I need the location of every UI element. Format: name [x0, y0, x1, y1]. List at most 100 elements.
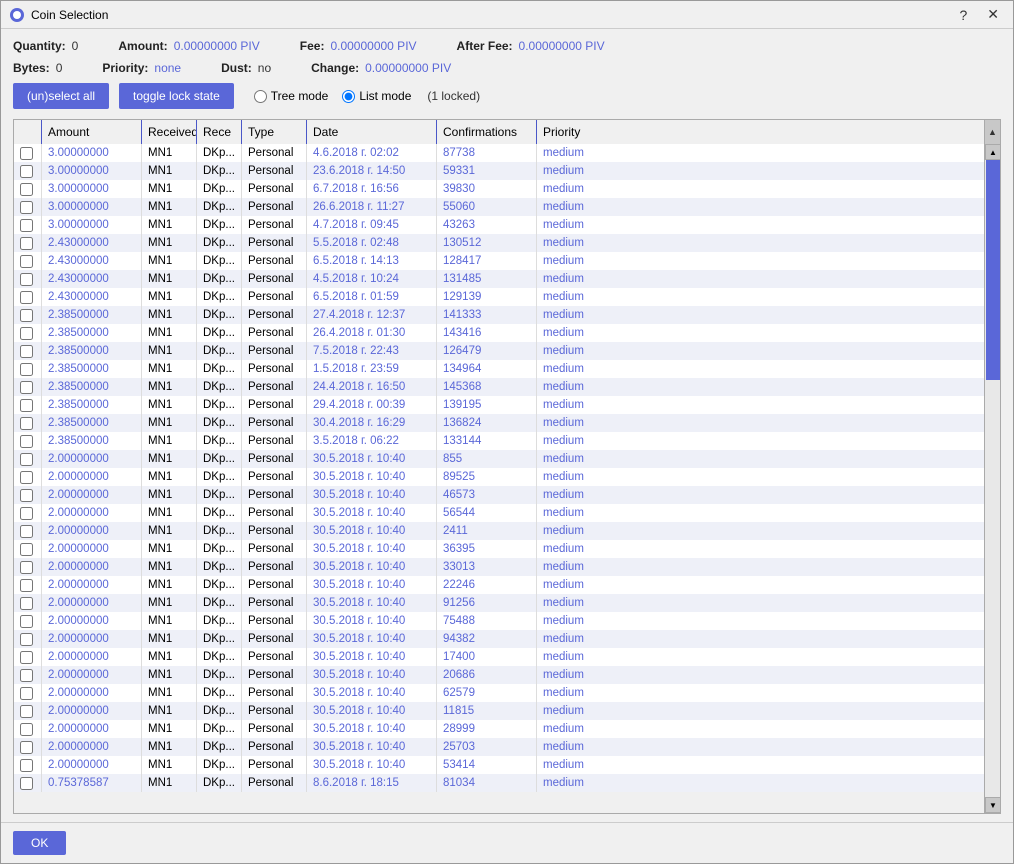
row-checkbox-cell[interactable]: [14, 432, 42, 450]
row-checkbox[interactable]: [20, 147, 33, 160]
row-checkbox[interactable]: [20, 615, 33, 628]
row-checkbox-cell[interactable]: [14, 144, 42, 162]
row-checkbox[interactable]: [20, 165, 33, 178]
th-rece[interactable]: Rece: [197, 120, 242, 144]
row-checkbox[interactable]: [20, 543, 33, 556]
row-checkbox[interactable]: [20, 651, 33, 664]
row-checkbox[interactable]: [20, 705, 33, 718]
th-received[interactable]: Received wi: [142, 120, 197, 144]
row-checkbox[interactable]: [20, 273, 33, 286]
row-checkbox[interactable]: [20, 759, 33, 772]
row-checkbox[interactable]: [20, 291, 33, 304]
row-checkbox[interactable]: [20, 219, 33, 232]
row-checkbox-cell[interactable]: [14, 198, 42, 216]
th-type[interactable]: Type: [242, 120, 307, 144]
row-checkbox[interactable]: [20, 525, 33, 538]
row-received: MN1: [142, 504, 197, 522]
scrollbar[interactable]: ▲ ▼: [984, 144, 1000, 813]
row-checkbox[interactable]: [20, 201, 33, 214]
row-checkbox[interactable]: [20, 453, 33, 466]
row-checkbox-cell[interactable]: [14, 540, 42, 558]
row-checkbox-cell[interactable]: [14, 360, 42, 378]
scroll-down-button[interactable]: ▼: [985, 797, 1000, 813]
row-checkbox[interactable]: [20, 741, 33, 754]
row-checkbox-cell[interactable]: [14, 702, 42, 720]
row-checkbox-cell[interactable]: [14, 738, 42, 756]
row-checkbox-cell[interactable]: [14, 414, 42, 432]
row-checkbox-cell[interactable]: [14, 576, 42, 594]
th-confirmations[interactable]: Confirmations: [437, 120, 537, 144]
help-button[interactable]: ?: [953, 5, 973, 25]
tree-mode-option[interactable]: Tree mode: [254, 89, 329, 103]
row-checkbox[interactable]: [20, 309, 33, 322]
quantity-value: 0: [72, 39, 79, 53]
row-checkbox-cell[interactable]: [14, 162, 42, 180]
row-checkbox-cell[interactable]: [14, 270, 42, 288]
row-checkbox[interactable]: [20, 417, 33, 430]
row-checkbox-cell[interactable]: [14, 252, 42, 270]
row-checkbox-cell[interactable]: [14, 342, 42, 360]
row-checkbox-cell[interactable]: [14, 648, 42, 666]
th-amount[interactable]: Amount: [42, 120, 142, 144]
row-checkbox[interactable]: [20, 669, 33, 682]
row-checkbox[interactable]: [20, 633, 33, 646]
row-checkbox-cell[interactable]: [14, 504, 42, 522]
row-priority: medium: [537, 180, 984, 198]
th-date[interactable]: Date: [307, 120, 437, 144]
row-checkbox-cell[interactable]: [14, 558, 42, 576]
ok-button[interactable]: OK: [13, 831, 66, 855]
close-button[interactable]: ✕: [981, 4, 1005, 25]
toggle-lock-button[interactable]: toggle lock state: [119, 83, 234, 109]
row-checkbox-cell[interactable]: [14, 630, 42, 648]
row-checkbox-cell[interactable]: [14, 234, 42, 252]
rows-area: 3.00000000MN1DKp...Personal4.6.2018 г. 0…: [14, 144, 984, 813]
row-checkbox[interactable]: [20, 237, 33, 250]
row-checkbox-cell[interactable]: [14, 396, 42, 414]
row-checkbox[interactable]: [20, 579, 33, 592]
row-checkbox-cell[interactable]: [14, 180, 42, 198]
row-checkbox[interactable]: [20, 723, 33, 736]
row-checkbox[interactable]: [20, 777, 33, 790]
row-checkbox-cell[interactable]: [14, 324, 42, 342]
row-checkbox[interactable]: [20, 471, 33, 484]
row-checkbox[interactable]: [20, 597, 33, 610]
unselect-all-button[interactable]: (un)select all: [13, 83, 109, 109]
row-checkbox-cell[interactable]: [14, 522, 42, 540]
row-checkbox[interactable]: [20, 507, 33, 520]
row-checkbox[interactable]: [20, 687, 33, 700]
row-checkbox-cell[interactable]: [14, 450, 42, 468]
scroll-up-header[interactable]: ▲: [984, 120, 1000, 144]
row-checkbox-cell[interactable]: [14, 684, 42, 702]
row-checkbox[interactable]: [20, 327, 33, 340]
row-checkbox-cell[interactable]: [14, 666, 42, 684]
row-checkbox[interactable]: [20, 399, 33, 412]
row-checkbox[interactable]: [20, 489, 33, 502]
scroll-track[interactable]: [985, 160, 1000, 797]
row-checkbox[interactable]: [20, 435, 33, 448]
row-checkbox-cell[interactable]: [14, 288, 42, 306]
row-checkbox-cell[interactable]: [14, 468, 42, 486]
row-checkbox[interactable]: [20, 183, 33, 196]
th-priority[interactable]: Priority: [537, 120, 984, 144]
row-checkbox[interactable]: [20, 561, 33, 574]
list-mode-radio[interactable]: [342, 90, 355, 103]
row-checkbox[interactable]: [20, 381, 33, 394]
table-body-area: 3.00000000MN1DKp...Personal4.6.2018 г. 0…: [14, 144, 1000, 813]
row-checkbox-cell[interactable]: [14, 378, 42, 396]
row-confirmations: 94382: [437, 630, 537, 648]
list-mode-option[interactable]: List mode: [342, 89, 411, 103]
row-checkbox[interactable]: [20, 363, 33, 376]
scroll-up-button[interactable]: ▲: [985, 144, 1000, 160]
row-checkbox-cell[interactable]: [14, 756, 42, 774]
tree-mode-radio[interactable]: [254, 90, 267, 103]
row-checkbox-cell[interactable]: [14, 216, 42, 234]
row-checkbox-cell[interactable]: [14, 774, 42, 792]
row-checkbox-cell[interactable]: [14, 612, 42, 630]
row-checkbox-cell[interactable]: [14, 720, 42, 738]
row-checkbox[interactable]: [20, 255, 33, 268]
row-checkbox-cell[interactable]: [14, 594, 42, 612]
row-checkbox-cell[interactable]: [14, 306, 42, 324]
row-checkbox-cell[interactable]: [14, 486, 42, 504]
row-checkbox[interactable]: [20, 345, 33, 358]
scroll-thumb[interactable]: [986, 160, 1000, 380]
